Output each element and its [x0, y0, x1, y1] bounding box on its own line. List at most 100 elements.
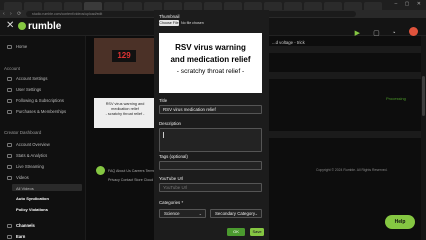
browser-tab[interactable] — [24, 2, 42, 10]
preview-line-1: RSV virus warning — [175, 43, 246, 52]
primary-category-value: Science — [164, 211, 180, 216]
video-icon — [7, 175, 12, 180]
sidebar-heading-creator: Creator Dashboard — [4, 130, 42, 135]
sidebar-item-videos[interactable]: Videos — [7, 175, 29, 180]
browser-tab[interactable] — [264, 2, 282, 10]
sidebar-item-live-streaming[interactable]: Live Streaming — [7, 164, 44, 169]
overview-icon — [7, 142, 12, 147]
sidebar-item-home[interactable]: Home — [7, 44, 27, 49]
browser-tab[interactable] — [64, 2, 82, 10]
video-row-divider — [266, 131, 421, 138]
browser-tab[interactable] — [364, 2, 382, 10]
footer-logo-icon[interactable] — [96, 166, 105, 175]
user-icon — [7, 87, 12, 92]
browser-tab[interactable] — [184, 2, 202, 10]
chevron-down-icon: ⌄ — [198, 211, 202, 216]
sidebar-item-label: Earn — [16, 234, 26, 239]
browser-nav-icons[interactable]: ‹ › ⟳ — [3, 10, 23, 18]
settings-icon — [7, 76, 12, 81]
browser-tab[interactable] — [204, 2, 222, 10]
purchases-icon — [7, 109, 12, 114]
browser-tab[interactable] — [304, 2, 322, 10]
close-menu-icon[interactable]: ✕ — [6, 20, 14, 31]
earn-icon — [7, 234, 12, 239]
sidebar-item-label: Following & Subscriptions — [16, 98, 64, 103]
browser-tab[interactable] — [164, 2, 182, 10]
video-status: Processing — [386, 96, 406, 101]
sidebar-item-label: Live Streaming — [16, 164, 44, 169]
browser-tab[interactable] — [104, 2, 122, 10]
sidebar-item-earn[interactable]: Earn — [7, 234, 25, 239]
sidebar-item-label: Purchases & Memberships — [16, 109, 67, 114]
sidebar-heading-account: Account — [4, 66, 20, 71]
tags-label: Tags (optional) — [159, 154, 188, 159]
sidebar-item-label: Account Settings — [16, 76, 48, 81]
sidebar-item-label: Videos — [16, 175, 29, 180]
sidebar-item-label: Account Overview — [16, 142, 50, 147]
secondary-category-value: Secondary Category — [215, 211, 256, 216]
browser-tab[interactable] — [284, 2, 302, 10]
thumbnail-digits: 129 — [112, 50, 136, 62]
primary-category-select[interactable]: Science ⌄ — [159, 209, 206, 218]
sidebar-item-stats[interactable]: Stats & Analytics — [7, 153, 47, 158]
sidebar-item-auto-syndication[interactable]: Auto Syndication — [16, 196, 49, 201]
edit-video-modal: Thumbnail Choose File No file chosen RSV… — [154, 10, 269, 240]
sidebar-item-label: Home — [16, 44, 28, 49]
stats-icon — [7, 153, 12, 158]
window-controls[interactable]: – ▢ ✕ — [395, 1, 424, 7]
avatar[interactable] — [409, 27, 418, 36]
help-button[interactable]: Help — [385, 215, 415, 229]
sidebar-item-policy-violations[interactable]: Policy Violations — [16, 207, 48, 212]
sidebar-item-label: Stats & Analytics — [16, 153, 48, 158]
browser-tab[interactable] — [244, 2, 262, 10]
sidebar-item-label: Channels — [16, 223, 35, 228]
tags-input[interactable] — [159, 161, 262, 170]
video-row-header — [266, 46, 421, 53]
sidebar-item-label: User Settings — [16, 87, 42, 92]
description-textarea[interactable] — [159, 128, 262, 152]
youtube-url-label: YouTube Url — [159, 176, 184, 181]
browser-tab[interactable] — [224, 2, 242, 10]
browser-tabstrip: – ▢ ✕ — [0, 0, 426, 10]
page-scrollbar[interactable] — [421, 36, 426, 240]
sidebar-item-following[interactable]: Following & Subscriptions — [7, 98, 64, 103]
sidebar-item-purchases[interactable]: Purchases & Memberships — [7, 109, 66, 114]
home-icon — [7, 44, 12, 49]
text-cursor — [163, 132, 164, 138]
sidebar-item-account-settings[interactable]: Account Settings — [7, 76, 47, 81]
sidebar-item-channels[interactable]: Channels — [7, 223, 35, 228]
ok-button[interactable]: OK — [227, 228, 245, 236]
sidebar-item-all-videos[interactable]: All Videos — [16, 186, 34, 191]
help-label: Help — [394, 219, 406, 225]
rumble-logo[interactable]: rumble — [18, 21, 61, 32]
browser-tab[interactable] — [4, 2, 22, 10]
browser-tab[interactable] — [144, 2, 162, 10]
video-thumbnail[interactable]: RSV virus warning and medication relief … — [94, 98, 156, 128]
browser-tab[interactable] — [344, 2, 362, 10]
title-input[interactable]: RSV virus medication relief — [159, 105, 262, 114]
sidebar-item-user-settings[interactable]: User Settings — [7, 87, 41, 92]
secondary-category-select[interactable]: Secondary Category ⌄ — [210, 209, 262, 218]
browser-tab[interactable] — [324, 2, 342, 10]
chevron-down-icon: ⌄ — [254, 211, 258, 216]
video-thumbnail[interactable]: 129 — [94, 38, 154, 74]
description-label: Description — [159, 121, 181, 126]
save-button[interactable]: Save — [250, 228, 264, 236]
thumbnail-text: - scratchy throat relief - — [105, 112, 145, 116]
browser-tab[interactable] — [124, 2, 142, 10]
youtube-url-input[interactable]: YouTube Url — [159, 183, 262, 192]
ok-button-label: OK — [233, 229, 239, 234]
scrollbar-thumb[interactable] — [422, 76, 425, 116]
channels-icon — [7, 223, 12, 228]
categories-label: Categories * — [159, 200, 184, 205]
live-icon — [7, 164, 12, 169]
sidebar-item-account-overview[interactable]: Account Overview — [7, 142, 50, 147]
choose-file-button[interactable]: Choose File — [159, 20, 179, 26]
file-status-text: No file chosen — [181, 21, 204, 25]
thumbnail-preview: RSV virus warning and medication relief … — [159, 33, 262, 93]
video-title[interactable]: ...d voltage - trick — [272, 40, 305, 45]
thumbnail-label: Thumbnail — [159, 14, 180, 19]
preview-line-3: - scratchy throat relief - — [176, 68, 245, 75]
browser-tab-active[interactable] — [84, 2, 102, 10]
browser-tab[interactable] — [44, 2, 62, 10]
